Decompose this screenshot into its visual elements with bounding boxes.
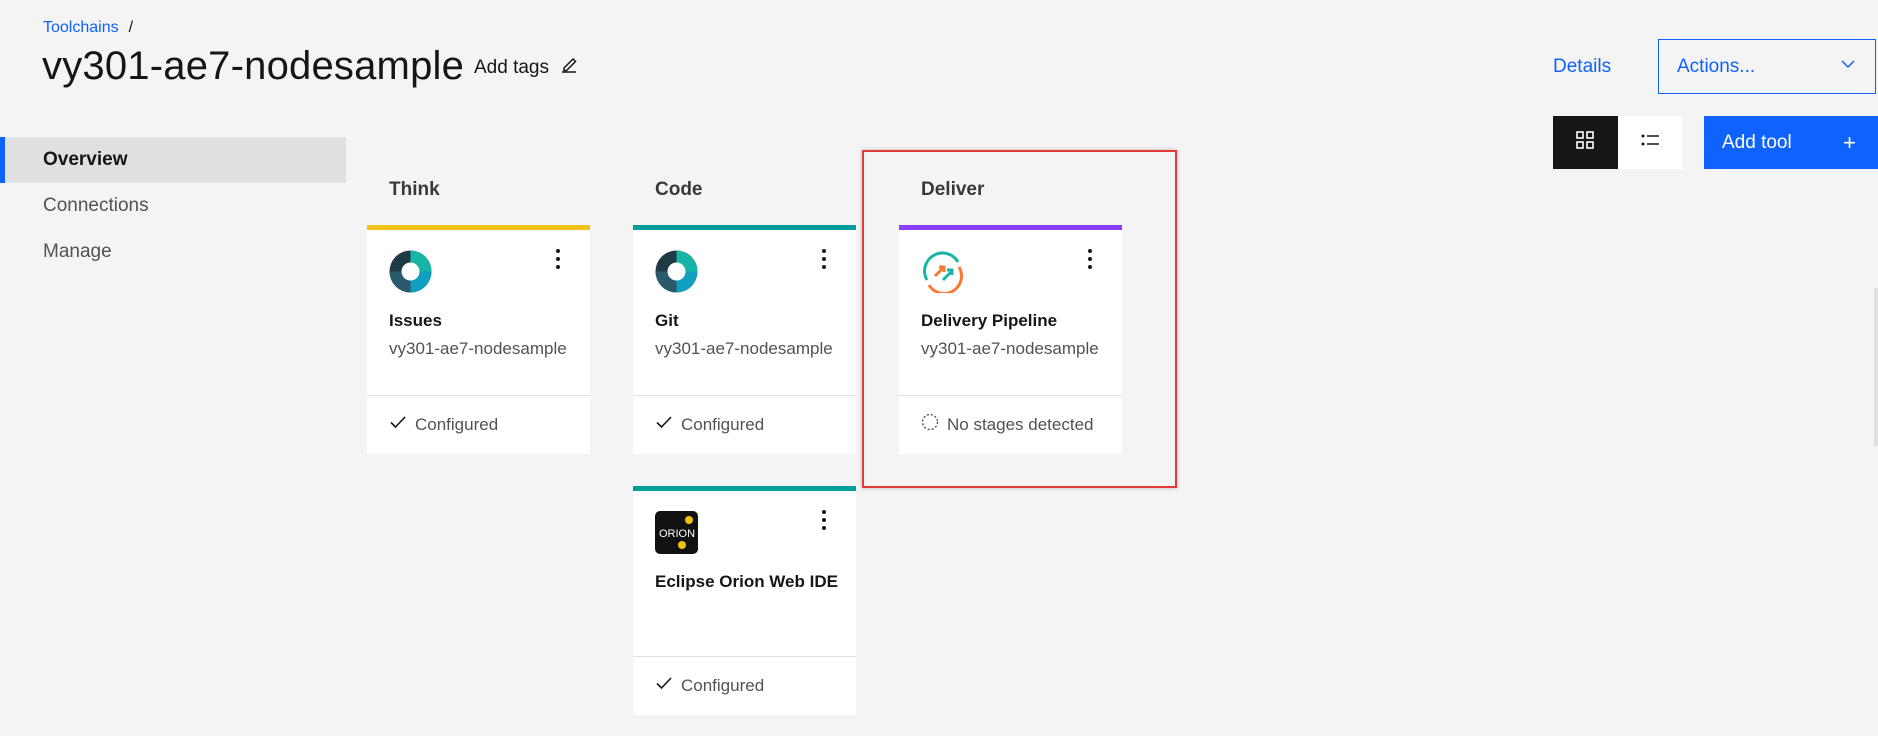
card-status-label: Configured: [681, 675, 765, 695]
card-status: Configured: [633, 656, 856, 714]
list-icon: [1639, 129, 1661, 156]
orion-icon: ORION: [655, 511, 698, 554]
card-status-label: Configured: [681, 414, 765, 434]
git-icon: [655, 250, 698, 293]
card-color-bar: [633, 486, 856, 491]
breadcrumb: Toolchains /: [43, 19, 133, 37]
add-tool-button[interactable]: Add tool +: [1704, 116, 1878, 169]
column-title-think: Think: [389, 179, 440, 200]
card-name: Delivery Pipeline: [921, 311, 1058, 330]
orion-logo-text: ORION: [659, 528, 695, 540]
tool-card-issues[interactable]: Issues vy301-ae7-nodesample Configured: [367, 225, 590, 454]
side-nav: Overview Connections Manage: [0, 137, 346, 275]
overflow-menu-icon[interactable]: [814, 247, 834, 271]
pending-status-icon: [921, 413, 939, 436]
tool-card-orion[interactable]: ORION Eclipse Orion Web IDE Configured: [633, 486, 856, 715]
checkmark-icon: [389, 413, 407, 436]
grid-view-button[interactable]: [1553, 116, 1618, 169]
details-link[interactable]: Details: [1553, 56, 1611, 78]
page-title: vy301-ae7-nodesample: [42, 44, 465, 88]
chevron-down-icon: [1839, 55, 1857, 79]
card-status-label: No stages detected: [947, 414, 1094, 434]
overflow-menu-icon[interactable]: [814, 508, 834, 532]
card-color-bar: [367, 225, 590, 230]
add-tags-button[interactable]: Add tags: [474, 55, 579, 81]
checkmark-icon: [655, 674, 673, 697]
breadcrumb-separator: /: [128, 19, 134, 36]
card-status-label: Configured: [415, 414, 499, 434]
scrollbar[interactable]: [1874, 288, 1878, 446]
checkmark-icon: [655, 413, 673, 436]
tool-card-git[interactable]: Git vy301-ae7-nodesample Configured: [633, 225, 856, 454]
card-color-bar: [899, 225, 1122, 230]
actions-dropdown[interactable]: Actions...: [1658, 39, 1876, 94]
sidenav-item-manage[interactable]: Manage: [0, 229, 346, 275]
grid-icon: [1574, 129, 1596, 156]
column-title-code: Code: [655, 179, 703, 200]
sidenav-item-connections[interactable]: Connections: [0, 183, 346, 229]
card-status: Configured: [367, 395, 590, 453]
pipeline-icon: [921, 250, 964, 295]
add-tags-label: Add tags: [474, 57, 549, 78]
overflow-menu-icon[interactable]: [548, 247, 568, 271]
tool-card-delivery-pipeline[interactable]: Delivery Pipeline vy301-ae7-nodesample N…: [899, 225, 1122, 454]
card-name: Eclipse Orion Web IDE: [655, 572, 838, 591]
view-switcher: [1553, 116, 1682, 169]
breadcrumb-toolchains-link[interactable]: Toolchains: [43, 19, 119, 37]
issues-icon: [389, 250, 432, 293]
sidenav-item-overview[interactable]: Overview: [0, 137, 346, 183]
card-color-bar: [633, 225, 856, 230]
card-status: Configured: [633, 395, 856, 453]
add-tool-label: Add tool: [1722, 131, 1792, 153]
overflow-menu-icon[interactable]: [1080, 247, 1100, 271]
actions-dropdown-label: Actions...: [1677, 55, 1756, 77]
card-subtitle: vy301-ae7-nodesample: [921, 339, 1099, 358]
card-name: Git: [655, 311, 679, 330]
card-status: No stages detected: [899, 395, 1122, 453]
plus-icon: +: [1843, 129, 1856, 155]
column-title-deliver: Deliver: [921, 179, 985, 200]
edit-icon: [559, 55, 579, 81]
card-name: Issues: [389, 311, 442, 330]
card-subtitle: vy301-ae7-nodesample: [655, 339, 833, 358]
card-subtitle: vy301-ae7-nodesample: [389, 339, 567, 358]
list-view-button[interactable]: [1617, 116, 1682, 169]
